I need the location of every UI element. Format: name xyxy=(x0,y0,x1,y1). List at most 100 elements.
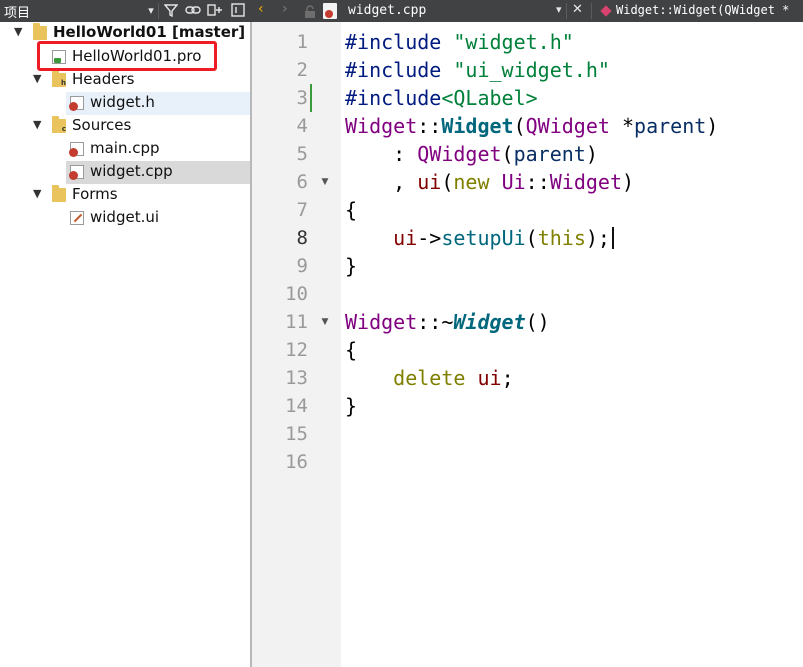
text-cursor xyxy=(611,227,614,249)
code-token: "ui_widget.h" xyxy=(441,58,610,82)
code-line-1: #include "widget.h" xyxy=(345,28,574,56)
fold-marker-icon[interactable]: ▼ xyxy=(320,308,330,336)
tree-item-label: Sources xyxy=(72,116,132,134)
back-arrow-icon[interactable]: ‹ xyxy=(258,1,264,17)
code-token: #include xyxy=(345,30,442,54)
code-token: * xyxy=(609,114,635,138)
expand-arrow-icon[interactable]: ▼ xyxy=(14,25,22,38)
line-number-current: 8 xyxy=(296,227,308,249)
lock-icon[interactable] xyxy=(304,4,316,23)
code-line-6: , ui(new Ui::Widget) xyxy=(345,168,634,196)
code-token: ; xyxy=(501,366,514,390)
folder-icon xyxy=(33,23,47,40)
folder-icon xyxy=(52,185,66,202)
code-token: ) xyxy=(622,170,635,194)
code-token: parent xyxy=(513,142,586,166)
code-token: #include xyxy=(345,86,442,110)
line-number: 9 xyxy=(296,255,308,277)
tree-item-forms[interactable]: ▼ Forms xyxy=(0,184,250,207)
toolbar-divider xyxy=(158,3,159,19)
code-token: setupUi xyxy=(441,226,526,250)
tree-item-label: HelloWorld01 [master] xyxy=(53,23,246,41)
projects-pane-title: 项目 xyxy=(4,6,31,21)
code-line-8: ui->setupUi(this); xyxy=(345,224,614,252)
code-token: : xyxy=(345,142,418,166)
code-token: ) xyxy=(585,142,598,166)
fold-marker-icon[interactable]: ▼ xyxy=(320,168,330,196)
tree-item-widget-cpp[interactable]: widget.cpp xyxy=(66,161,250,184)
code-token: { xyxy=(345,338,358,362)
folder-icon: c xyxy=(52,116,66,133)
code-token: ) xyxy=(706,114,719,138)
code-token: Widget xyxy=(345,310,418,334)
code-token: :: xyxy=(525,170,550,194)
tree-item-main-cpp[interactable]: main.cpp xyxy=(0,138,250,161)
line-number: 4 xyxy=(296,115,308,137)
code-line-7: { xyxy=(345,196,357,224)
view-combo-arrow-icon[interactable]: ▾ xyxy=(143,3,159,19)
forward-arrow-icon[interactable]: › xyxy=(282,1,288,17)
code-token: ( xyxy=(501,142,514,166)
code-token: Widget xyxy=(549,170,622,194)
code-line-11: Widget::~Widget() xyxy=(345,308,550,336)
tree-item-label: widget.ui xyxy=(90,208,160,226)
toolbar-divider xyxy=(591,3,592,19)
tree-item-widget-ui[interactable]: widget.ui xyxy=(0,207,250,230)
tree-item-widget-h[interactable]: widget.h xyxy=(66,92,250,115)
cpp-file-icon xyxy=(323,3,337,19)
code-token: ( xyxy=(525,226,538,250)
file-combo-arrow-icon[interactable]: ▾ xyxy=(556,3,562,16)
code-line-13: delete ui; xyxy=(345,364,514,392)
cpp-file-icon xyxy=(69,165,84,180)
line-number: 2 xyxy=(296,59,308,81)
close-file-icon[interactable]: ✕ xyxy=(572,2,583,17)
close-pane-icon[interactable] xyxy=(230,3,246,19)
open-file-name[interactable]: widget.cpp xyxy=(348,3,426,18)
code-line-12: { xyxy=(345,336,357,364)
code-line-5: : QWidget(parent) xyxy=(345,140,598,168)
projects-pane-header: 项目 ▾ xyxy=(0,0,252,22)
code-token: -> xyxy=(417,226,442,250)
code-line-14: } xyxy=(345,392,357,420)
annotation-highlight-box xyxy=(37,41,217,71)
line-number: 3 xyxy=(296,87,308,109)
expand-arrow-icon[interactable]: ▼ xyxy=(33,187,41,200)
code-line-2: #include "ui_widget.h" xyxy=(345,56,610,84)
code-token: , xyxy=(345,170,418,194)
expand-arrow-icon[interactable]: ▼ xyxy=(33,72,41,85)
code-token: () xyxy=(525,310,550,334)
code-line-3: #include<QLabel> xyxy=(345,84,538,112)
function-scope-combo[interactable]: Widget::Widget(QWidget * xyxy=(616,3,789,17)
project-tree[interactable]: ▼ HelloWorld01 [master] HelloWorld01.pro… xyxy=(0,22,252,667)
filter-icon[interactable] xyxy=(163,3,179,19)
tree-item-headers[interactable]: ▼ h Headers xyxy=(0,69,250,92)
code-token: new xyxy=(453,170,490,194)
code-token: Widget xyxy=(441,114,514,138)
line-number: 11 xyxy=(285,311,308,333)
line-number: 1 xyxy=(296,31,308,53)
code-token: this xyxy=(537,226,586,250)
code-token: <QLabel> xyxy=(441,86,538,110)
code-token: Ui xyxy=(501,170,526,194)
code-token: ::~ xyxy=(417,310,454,334)
link-icon[interactable] xyxy=(185,3,201,19)
code-token: #include xyxy=(345,58,442,82)
ui-file-icon xyxy=(70,211,84,225)
line-number: 13 xyxy=(285,367,308,389)
toolbar-divider xyxy=(566,3,567,19)
tree-item-label: widget.cpp xyxy=(90,162,173,180)
split-icon[interactable] xyxy=(207,3,223,19)
code-token: } xyxy=(345,394,358,418)
expand-arrow-icon[interactable]: ▼ xyxy=(33,118,41,131)
line-number: 5 xyxy=(296,143,308,165)
tree-item-sources[interactable]: ▼ c Sources xyxy=(0,115,250,138)
code-line-4: Widget::Widget(QWidget *parent) xyxy=(345,112,718,140)
code-token: Widget xyxy=(453,310,526,334)
line-number: 14 xyxy=(285,395,308,417)
code-token: { xyxy=(345,198,358,222)
header-file-icon xyxy=(69,96,84,111)
